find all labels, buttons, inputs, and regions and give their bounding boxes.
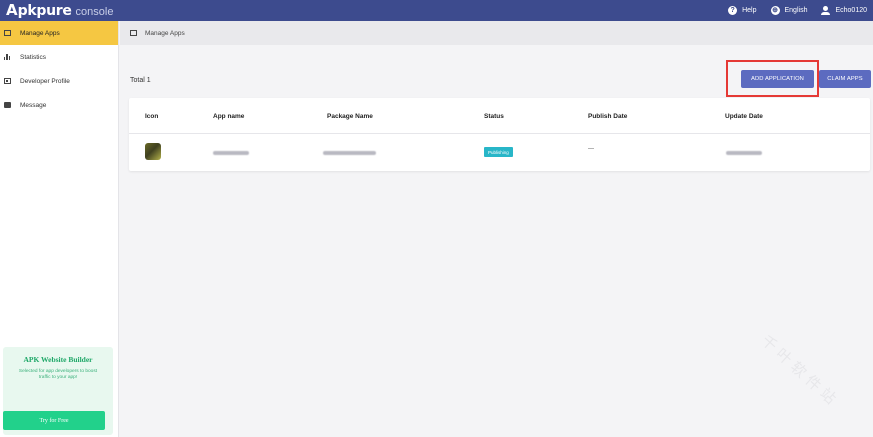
column-header-package-name: Package Name (327, 113, 373, 120)
package-name-redacted (323, 151, 376, 155)
status-badge: Publishing (484, 147, 513, 157)
language-selector[interactable]: ⊕ English (770, 6, 808, 15)
sidebar-item-label: Developer Profile (20, 77, 70, 85)
publish-date: — (588, 146, 594, 152)
promo-description: Selected for app developers to boost tra… (18, 369, 98, 381)
id-card-icon (3, 78, 11, 85)
logo[interactable]: A pkpure console (0, 1, 114, 19)
promo-title: APK Website Builder (23, 355, 93, 364)
app-name-redacted[interactable] (213, 151, 249, 155)
sidebar-item-message[interactable]: Message (0, 93, 118, 117)
sidebar-item-statistics[interactable]: Statistics (0, 45, 118, 69)
globe-icon: ⊕ (770, 6, 780, 15)
apps-table: Icon App name Package Name Status Publis… (129, 98, 870, 171)
box-icon (130, 30, 137, 36)
sidebar-item-label: Statistics (20, 53, 47, 61)
claim-apps-button[interactable]: CLAIM APPS (819, 70, 871, 88)
box-icon (3, 30, 11, 37)
column-header-status: Status (484, 113, 504, 120)
sidebar-item-manage-apps[interactable]: Manage Apps (0, 21, 118, 45)
help-label: Help (742, 7, 757, 14)
user-icon (821, 6, 831, 15)
app-icon[interactable] (145, 143, 161, 160)
message-icon (3, 102, 11, 109)
promo-card: APK Website Builder Selected for app dev… (3, 347, 113, 435)
breadcrumb-label: Manage Apps (145, 29, 185, 37)
logo-mark: A (6, 1, 18, 19)
logo-text: pkpure (17, 3, 72, 19)
update-date-redacted (726, 151, 762, 155)
try-free-button[interactable]: Try for Free (3, 411, 105, 430)
column-header-update-date: Update Date (725, 113, 763, 120)
sidebar: Manage Apps Statistics Developer Profile… (0, 21, 119, 437)
toolbar: Total 1 ADD APPLICATION CLAIM APPS (120, 70, 873, 92)
top-nav: ? Help ⊕ English Echo0120 (728, 0, 867, 21)
sidebar-item-label: Message (20, 101, 47, 109)
help-icon: ? (728, 6, 738, 15)
column-header-app-name: App name (213, 113, 245, 120)
add-application-button[interactable]: ADD APPLICATION (741, 70, 814, 88)
sidebar-item-label: Manage Apps (20, 29, 60, 37)
total-count: Total 1 (130, 77, 151, 84)
help-link[interactable]: ? Help (728, 6, 757, 15)
sidebar-item-developer-profile[interactable]: Developer Profile (0, 69, 118, 93)
main-content: Manage Apps Total 1 ADD APPLICATION CLAI… (120, 21, 873, 437)
top-bar: A pkpure console ? Help ⊕ English Echo01… (0, 0, 873, 21)
column-header-icon: Icon (145, 113, 159, 120)
language-label: English (784, 7, 808, 14)
logo-subtitle: console (75, 6, 114, 18)
username-label: Echo0120 (835, 7, 867, 14)
bar-chart-icon (3, 54, 11, 61)
table-header: Icon App name Package Name Status Publis… (129, 98, 870, 134)
column-header-publish-date: Publish Date (588, 113, 628, 120)
breadcrumb: Manage Apps (120, 21, 873, 45)
user-menu[interactable]: Echo0120 (821, 6, 867, 15)
